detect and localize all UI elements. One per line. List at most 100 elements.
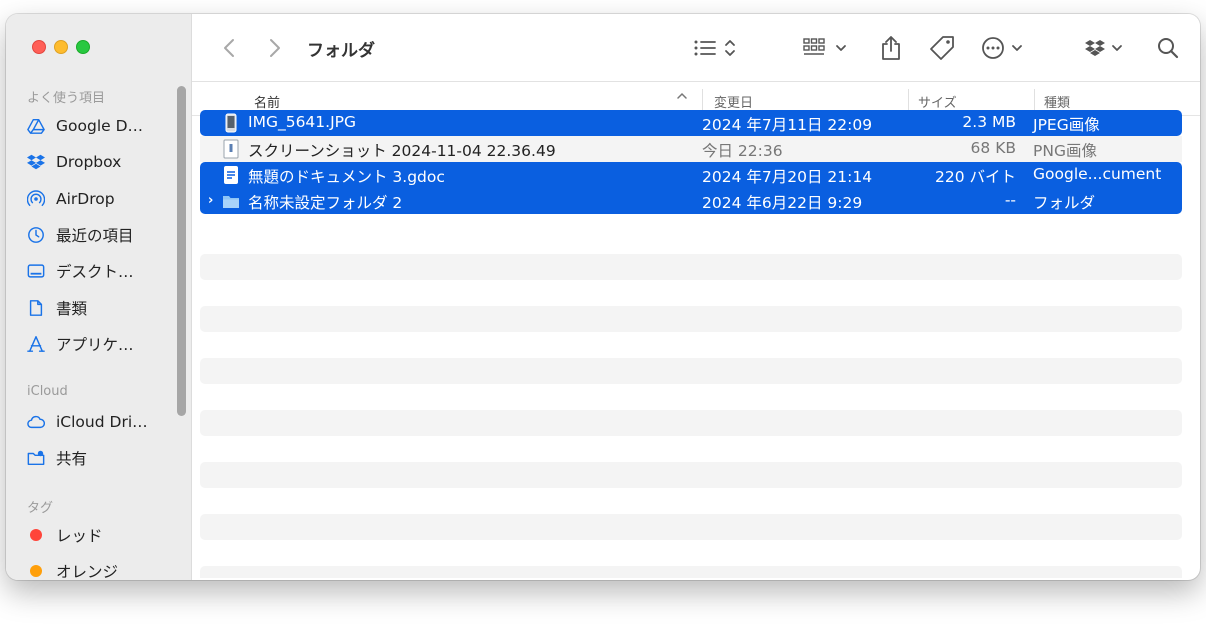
column-name[interactable]: 名前 bbox=[254, 92, 280, 111]
desktop-icon bbox=[26, 261, 46, 281]
tag-orange-dot-icon bbox=[30, 565, 42, 577]
column-separator bbox=[908, 89, 909, 111]
forward-button[interactable] bbox=[264, 32, 286, 64]
sidebar-item-label: AirDrop bbox=[56, 190, 115, 208]
close-button[interactable] bbox=[32, 40, 46, 54]
empty-row-stripe bbox=[200, 358, 1182, 384]
sidebar-item-label: アプリケ… bbox=[56, 336, 134, 354]
favorites-section-title: よく使う項目 bbox=[27, 91, 106, 106]
clock-icon bbox=[26, 225, 46, 245]
file-list: IMG_5641.JPG 2024 年7月11日 22:09 2.3 MB JP… bbox=[200, 110, 1182, 214]
sidebar-item-recents[interactable]: 最近の項目 bbox=[26, 222, 134, 248]
google-drive-icon bbox=[26, 116, 46, 136]
file-kind: フォルダ bbox=[1033, 194, 1096, 212]
sidebar: よく使う項目 Google D… Dropbox AirDrop 最近の項目 デ… bbox=[6, 14, 192, 580]
file-kind: PNG画像 bbox=[1033, 142, 1097, 160]
sidebar-item-label: 書類 bbox=[56, 300, 88, 318]
zoom-button[interactable] bbox=[76, 40, 90, 54]
file-date: 2024 年7月20日 21:14 bbox=[702, 168, 873, 186]
window-controls bbox=[32, 40, 90, 54]
sidebar-item-google-drive[interactable]: Google D… bbox=[26, 113, 143, 139]
chevron-left-icon bbox=[224, 39, 234, 57]
chevron-right-icon bbox=[270, 39, 280, 57]
file-size: 2.3 MB bbox=[962, 113, 1016, 131]
empty-row-stripe bbox=[200, 254, 1182, 280]
empty-row-stripe bbox=[200, 462, 1182, 488]
sidebar-item-documents[interactable]: 書類 bbox=[26, 295, 87, 321]
grid-group-icon bbox=[803, 38, 846, 55]
sidebar-item-tag-orange[interactable]: オレンジ bbox=[26, 558, 118, 580]
file-row[interactable]: › 名称未設定フォルダ 2 2024 年6月22日 9:29 -- フォルダ bbox=[200, 188, 1182, 214]
column-separator bbox=[1034, 89, 1035, 111]
tags-section-title: タグ bbox=[27, 501, 54, 516]
sidebar-item-label: 最近の項目 bbox=[56, 227, 134, 245]
gdoc-file-icon bbox=[222, 165, 240, 185]
dropbox-menu-button[interactable] bbox=[1084, 32, 1130, 64]
column-kind[interactable]: 種類 bbox=[1044, 92, 1070, 111]
search-icon bbox=[1158, 38, 1179, 59]
column-separator bbox=[702, 89, 703, 111]
file-row[interactable]: IMG_5641.JPG 2024 年7月11日 22:09 2.3 MB JP… bbox=[200, 110, 1182, 136]
sidebar-item-label: デスクト… bbox=[56, 263, 134, 281]
window-title: フォルダ bbox=[307, 41, 375, 61]
file-date: 2024 年6月22日 9:29 bbox=[702, 194, 863, 212]
sidebar-item-shared[interactable]: 共有 bbox=[26, 445, 87, 471]
tag-red-dot-icon bbox=[30, 529, 42, 541]
file-name: 無題のドキュメント 3.gdoc bbox=[248, 168, 445, 186]
more-actions-button[interactable] bbox=[980, 32, 1032, 64]
column-date[interactable]: 変更日 bbox=[714, 92, 753, 111]
minimize-button[interactable] bbox=[54, 40, 68, 54]
sidebar-item-label: 共有 bbox=[56, 450, 88, 468]
back-button[interactable] bbox=[218, 32, 240, 64]
file-name: スクリーンショット 2024-11-04 22.36.49 bbox=[248, 142, 556, 160]
sidebar-item-label: Dropbox bbox=[56, 153, 122, 171]
sidebar-item-label: iCloud Dri… bbox=[56, 413, 148, 431]
image-file-icon bbox=[222, 113, 240, 133]
shared-folder-icon bbox=[26, 448, 46, 468]
finder-window: よく使う項目 Google D… Dropbox AirDrop 最近の項目 デ… bbox=[6, 14, 1200, 580]
sidebar-scrollbar[interactable] bbox=[177, 86, 186, 416]
file-kind: Google...cument bbox=[1033, 165, 1162, 183]
dropbox-icon bbox=[1085, 40, 1122, 56]
empty-row-stripe bbox=[200, 306, 1182, 332]
disclosure-triangle[interactable]: › bbox=[208, 193, 213, 208]
png-file-icon bbox=[222, 139, 240, 159]
tag-button[interactable] bbox=[926, 32, 958, 64]
sidebar-item-label: Google D… bbox=[56, 117, 144, 135]
folder-icon bbox=[222, 191, 240, 211]
toolbar: フォルダ bbox=[192, 14, 1200, 82]
file-kind: JPEG画像 bbox=[1033, 116, 1100, 134]
sidebar-item-icloud-drive[interactable]: iCloud Dri… bbox=[26, 409, 148, 435]
dropbox-icon bbox=[26, 152, 46, 172]
share-icon bbox=[882, 36, 900, 60]
file-row[interactable]: 無題のドキュメント 3.gdoc 2024 年7月20日 21:14 220 バ… bbox=[200, 162, 1182, 188]
sidebar-item-applications[interactable]: アプリケ… bbox=[26, 331, 134, 357]
search-button[interactable] bbox=[1154, 32, 1182, 64]
file-size: 68 KB bbox=[970, 139, 1016, 157]
sort-indicator-icon bbox=[676, 90, 688, 105]
view-list-button[interactable] bbox=[692, 32, 742, 64]
file-size: -- bbox=[1004, 191, 1016, 209]
airdrop-icon bbox=[26, 189, 46, 209]
file-name: 名称未設定フォルダ 2 bbox=[248, 194, 403, 212]
applications-icon bbox=[26, 334, 46, 354]
sidebar-item-desktop[interactable]: デスクト… bbox=[26, 258, 134, 284]
icloud-section-title: iCloud bbox=[27, 384, 68, 399]
file-date: 今日 22:36 bbox=[702, 142, 783, 160]
share-button[interactable] bbox=[876, 32, 906, 64]
group-button[interactable] bbox=[800, 32, 854, 64]
sidebar-item-airdrop[interactable]: AirDrop bbox=[26, 186, 115, 212]
empty-row-stripe bbox=[200, 514, 1182, 540]
column-size[interactable]: サイズ bbox=[918, 92, 957, 111]
sidebar-item-label: オレンジ bbox=[56, 563, 119, 580]
file-date: 2024 年7月11日 22:09 bbox=[702, 116, 873, 134]
icloud-icon bbox=[26, 412, 46, 432]
file-name: IMG_5641.JPG bbox=[248, 113, 357, 131]
empty-row-stripe bbox=[200, 566, 1182, 578]
sidebar-item-tag-red[interactable]: レッド bbox=[26, 522, 103, 548]
ellipsis-circle-icon bbox=[982, 37, 1022, 59]
file-size: 220 バイト bbox=[934, 168, 1016, 186]
sidebar-item-dropbox[interactable]: Dropbox bbox=[26, 149, 121, 175]
file-row[interactable]: スクリーンショット 2024-11-04 22.36.49 今日 22:36 6… bbox=[200, 136, 1182, 162]
list-view-icon bbox=[694, 40, 735, 56]
